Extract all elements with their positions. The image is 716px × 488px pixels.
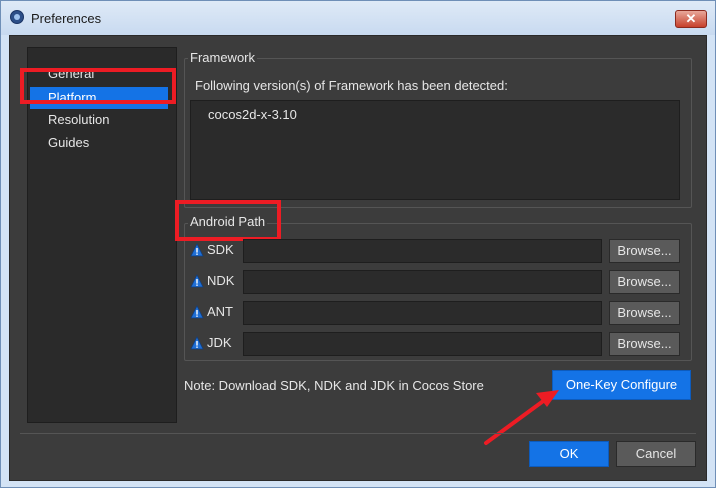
window-title: Preferences xyxy=(31,11,102,26)
cancel-button[interactable]: Cancel xyxy=(616,441,696,467)
close-button[interactable]: ✕ xyxy=(675,10,707,28)
title-bar[interactable]: Preferences ✕ xyxy=(1,1,715,35)
preferences-window: Preferences ✕ General Platform Resolutio… xyxy=(0,0,716,488)
footer-separator xyxy=(20,433,696,434)
ok-button[interactable]: OK xyxy=(529,441,609,467)
app-logo-icon xyxy=(10,10,24,24)
dialog-body: General Platform Resolution Guides Frame… xyxy=(9,35,707,481)
red-arrow-annotation xyxy=(484,390,559,445)
